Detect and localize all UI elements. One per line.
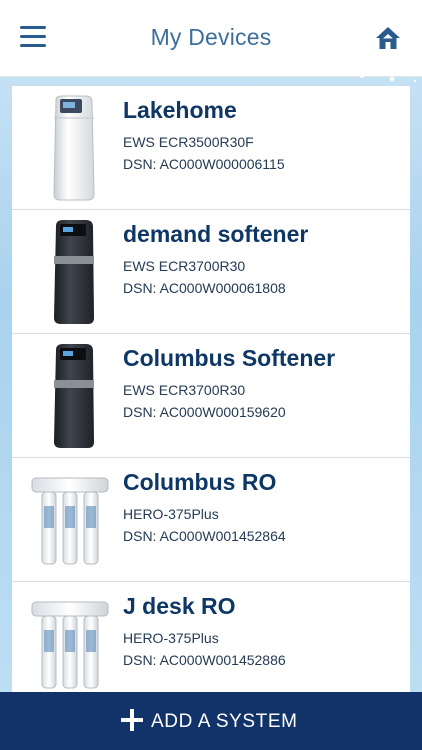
black-water-softener-image — [54, 220, 94, 324]
device-name: Columbus RO — [123, 469, 277, 495]
reverse-osmosis-filter-image — [31, 601, 109, 689]
plus-icon — [121, 709, 143, 731]
device-row[interactable]: Lakehome EWS ECR3500R30F DSN: AC000W0000… — [12, 86, 410, 210]
app-header: My Devices — [0, 0, 422, 77]
device-dsn: DSN: AC000W000006115 — [123, 156, 285, 172]
device-row[interactable]: J desk RO HERO-375Plus DSN: AC000W001452… — [12, 582, 410, 692]
device-model: EWS ECR3700R30 — [123, 258, 246, 274]
add-system-button[interactable]: ADD A SYSTEM — [0, 692, 422, 750]
device-name: J desk RO — [123, 593, 236, 619]
device-model: EWS ECR3500R30F — [123, 134, 254, 150]
device-dsn: DSN: AC000W001452864 — [123, 528, 286, 544]
device-dsn: DSN: AC000W000061808 — [123, 280, 286, 296]
device-model: HERO-375Plus — [123, 630, 219, 646]
device-dsn: DSN: AC000W001452886 — [123, 652, 286, 668]
device-row[interactable]: Columbus RO HERO-375Plus DSN: AC000W0014… — [12, 458, 410, 582]
home-icon[interactable] — [374, 25, 402, 51]
device-row[interactable]: Columbus Softener EWS ECR3700R30 DSN: AC… — [12, 334, 410, 458]
reverse-osmosis-filter-image — [31, 477, 109, 565]
add-system-label: ADD A SYSTEM — [151, 711, 298, 732]
page-title: My Devices — [150, 24, 272, 50]
device-model: EWS ECR3700R30 — [123, 382, 246, 398]
device-list: Lakehome EWS ECR3500R30F DSN: AC000W0000… — [12, 86, 410, 692]
device-name: Columbus Softener — [123, 345, 336, 371]
device-model: HERO-375Plus — [123, 506, 219, 522]
decorative-bubbles — [360, 71, 417, 83]
device-dsn: DSN: AC000W000159620 — [123, 404, 286, 420]
device-row[interactable]: demand softener EWS ECR3700R30 DSN: AC00… — [12, 210, 410, 334]
device-name: demand softener — [123, 221, 309, 247]
device-name: Lakehome — [123, 97, 237, 123]
white-water-softener-image — [53, 95, 95, 201]
black-water-softener-image — [54, 344, 94, 448]
